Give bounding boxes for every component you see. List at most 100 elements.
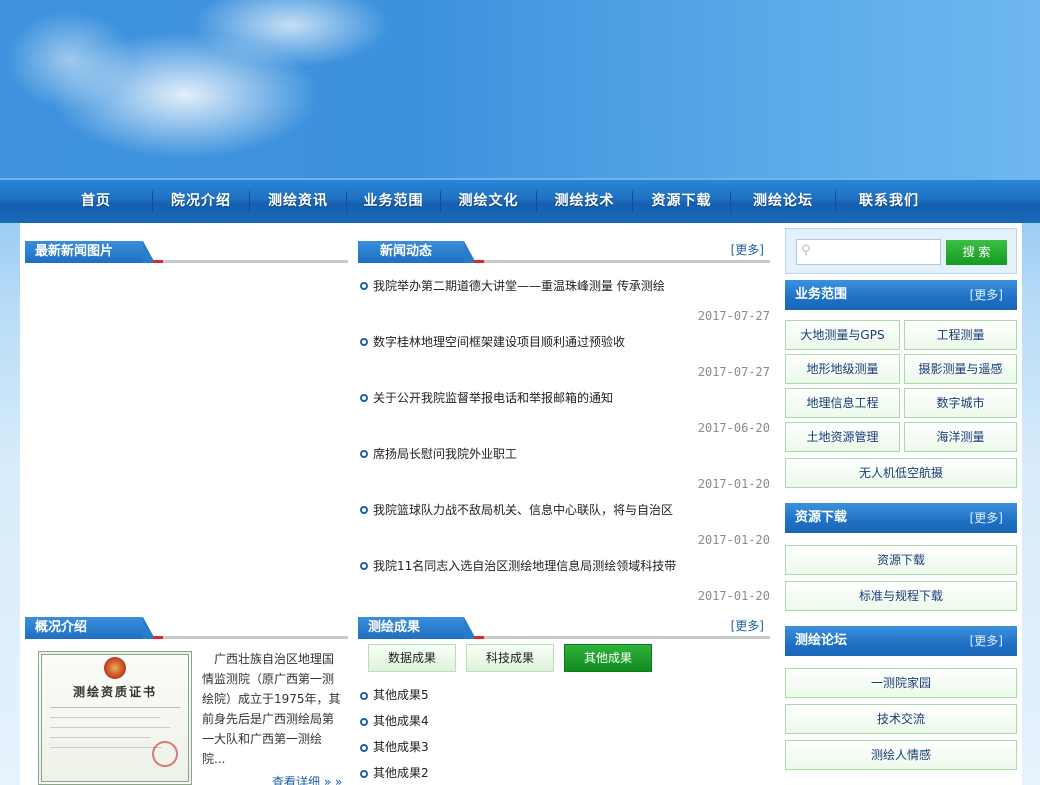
red-accent	[153, 260, 163, 263]
business-link[interactable]: 工程测量	[904, 320, 1017, 350]
nav-home[interactable]: 首页	[40, 180, 152, 223]
results-header: 测绘成果 [更多]	[358, 609, 770, 639]
news-date: 2017-07-27	[697, 309, 770, 323]
news-date: 2017-01-20	[697, 589, 770, 603]
business-link[interactable]: 地形地级测量	[785, 354, 900, 384]
news-link[interactable]: 席扬局长慰问我院外业职工	[373, 447, 517, 461]
search-input[interactable]	[817, 242, 937, 262]
certificate-title: 测绘资质证书	[72, 685, 157, 699]
business-link[interactable]: 海洋测量	[904, 422, 1017, 452]
news-date: 2017-01-20	[697, 477, 770, 491]
qualification-certificate-image[interactable]: 测绘资质证书	[38, 651, 192, 785]
forum-link[interactable]: 技术交流	[785, 704, 1017, 734]
results-list: 其他成果5 其他成果4 其他成果3 其他成果2	[360, 686, 660, 785]
news-link[interactable]: 关于公开我院监督举报电话和举报邮箱的通知	[373, 391, 613, 405]
result-row: 其他成果2	[360, 764, 429, 781]
forum-header: 测绘论坛 [更多]	[785, 626, 1017, 656]
downloads-title: 资源下载	[795, 510, 848, 525]
downloads-header: 资源下载 [更多]	[785, 503, 1017, 533]
photos-title: 最新新闻图片	[25, 241, 155, 263]
tab-other-results[interactable]: 其他成果	[564, 644, 652, 672]
nav-forum[interactable]: 测绘论坛	[731, 180, 835, 223]
results-title: 测绘成果	[358, 617, 476, 639]
tab-data-results[interactable]: 数据成果	[368, 644, 456, 672]
bullet-icon	[360, 743, 368, 752]
search-box: ⚲ 搜 索	[785, 228, 1017, 274]
red-accent	[474, 636, 484, 639]
red-accent	[153, 636, 163, 639]
nav-news[interactable]: 测绘资讯	[250, 180, 346, 223]
photos-header: 最新新闻图片	[25, 233, 348, 263]
news-link[interactable]: 我院11名同志入选自治区测绘地理信息局测绘领域科技带	[373, 559, 676, 573]
nav-about[interactable]: 院况介绍	[153, 180, 249, 223]
nav-business[interactable]: 业务范围	[347, 180, 440, 223]
business-link[interactable]: 摄影测量与遥感	[904, 354, 1017, 384]
forum-more-link[interactable]: [更多]	[970, 626, 1003, 656]
download-link[interactable]: 标准与规程下载	[785, 581, 1017, 611]
result-link[interactable]: 其他成果5	[373, 688, 429, 702]
bullet-icon	[360, 449, 368, 458]
result-link[interactable]: 其他成果3	[373, 740, 429, 754]
news-date: 2017-07-27	[697, 365, 770, 379]
news-row: 我院举办第二期道德大讲堂——重温珠峰测量 传承测绘 2017-07-27	[360, 277, 770, 333]
nav-technology[interactable]: 测绘技术	[537, 180, 632, 223]
search-icon: ⚲	[801, 243, 811, 258]
results-tabs: 数据成果 科技成果 其他成果	[368, 644, 668, 672]
business-link[interactable]: 大地测量与GPS	[785, 320, 900, 350]
news-title: 新闻动态	[358, 241, 476, 263]
downloads-more-link[interactable]: [更多]	[970, 503, 1003, 533]
search-button[interactable]: 搜 索	[946, 240, 1007, 265]
news-more-link[interactable]: [更多]	[731, 241, 764, 258]
bullet-icon	[360, 281, 368, 290]
news-date: 2017-06-20	[697, 421, 770, 435]
bullet-icon	[360, 769, 368, 778]
emblem-icon	[104, 657, 126, 679]
bullet-icon	[360, 337, 368, 346]
bullet-icon	[360, 393, 368, 402]
news-row: 数字桂林地理空间框架建设项目顺利通过预验收 2017-07-27	[360, 333, 770, 389]
result-row: 其他成果4	[360, 712, 429, 729]
result-row: 其他成果3	[360, 738, 429, 755]
business-link[interactable]: 数字城市	[904, 388, 1017, 418]
overview-more-link[interactable]: 查看详细 » »	[272, 773, 342, 785]
forum-title: 测绘论坛	[795, 633, 848, 648]
bullet-icon	[360, 691, 368, 700]
seal-icon	[152, 741, 178, 767]
news-date: 2017-01-20	[697, 533, 770, 547]
tab-tech-results[interactable]: 科技成果	[466, 644, 554, 672]
bullet-icon	[360, 505, 368, 514]
news-header: 新闻动态 [更多]	[358, 233, 770, 263]
business-link[interactable]: 地理信息工程	[785, 388, 900, 418]
business-header: 业务范围 [更多]	[785, 280, 1017, 310]
forum-link[interactable]: 一测院家园	[785, 668, 1017, 698]
nav-culture[interactable]: 测绘文化	[441, 180, 536, 223]
news-row: 我院篮球队力战不敌局机关、信息中心联队，将与自治区 2017-01-20	[360, 501, 770, 557]
red-accent	[474, 260, 484, 263]
nav-downloads[interactable]: 资源下载	[633, 180, 730, 223]
photo-slideshow[interactable]	[25, 265, 348, 605]
business-link[interactable]: 土地资源管理	[785, 422, 900, 452]
news-row: 我院11名同志入选自治区测绘地理信息局测绘领域科技带 2017-01-20	[360, 557, 770, 613]
news-link[interactable]: 我院篮球队力战不敌局机关、信息中心联队，将与自治区	[373, 503, 673, 517]
news-row: 关于公开我院监督举报电话和举报邮箱的通知 2017-06-20	[360, 389, 770, 445]
news-link[interactable]: 我院举办第二期道德大讲堂——重温珠峰测量 传承测绘	[373, 279, 665, 293]
news-row: 席扬局长慰问我院外业职工 2017-01-20	[360, 445, 770, 501]
header-banner	[0, 0, 1040, 178]
business-link[interactable]: 无人机低空航摄	[785, 458, 1017, 488]
business-more-link[interactable]: [更多]	[970, 280, 1003, 310]
bullet-icon	[360, 717, 368, 726]
search-input-wrap: ⚲	[796, 239, 941, 265]
news-list: 我院举办第二期道德大讲堂——重温珠峰测量 传承测绘 2017-07-27 数字桂…	[360, 277, 770, 607]
results-more-link[interactable]: [更多]	[731, 617, 764, 634]
overview-title: 概况介绍	[25, 617, 155, 639]
business-title: 业务范围	[795, 287, 848, 302]
forum-link[interactable]: 测绘人情感	[785, 740, 1017, 770]
overview-header: 概况介绍	[25, 609, 348, 639]
result-link[interactable]: 其他成果4	[373, 714, 429, 728]
overview-text: 广西壮族自治区地理国情监测院（原广西第一测绘院）成立于1975年，其前身先后是广…	[202, 652, 341, 766]
news-link[interactable]: 数字桂林地理空间框架建设项目顺利通过预验收	[373, 335, 625, 349]
main-nav: 首页 院况介绍 测绘资讯 业务范围 测绘文化 测绘技术 资源下载 测绘论坛 联系…	[0, 178, 1040, 223]
download-link[interactable]: 资源下载	[785, 545, 1017, 575]
nav-contact[interactable]: 联系我们	[836, 180, 942, 223]
result-link[interactable]: 其他成果2	[373, 766, 429, 780]
